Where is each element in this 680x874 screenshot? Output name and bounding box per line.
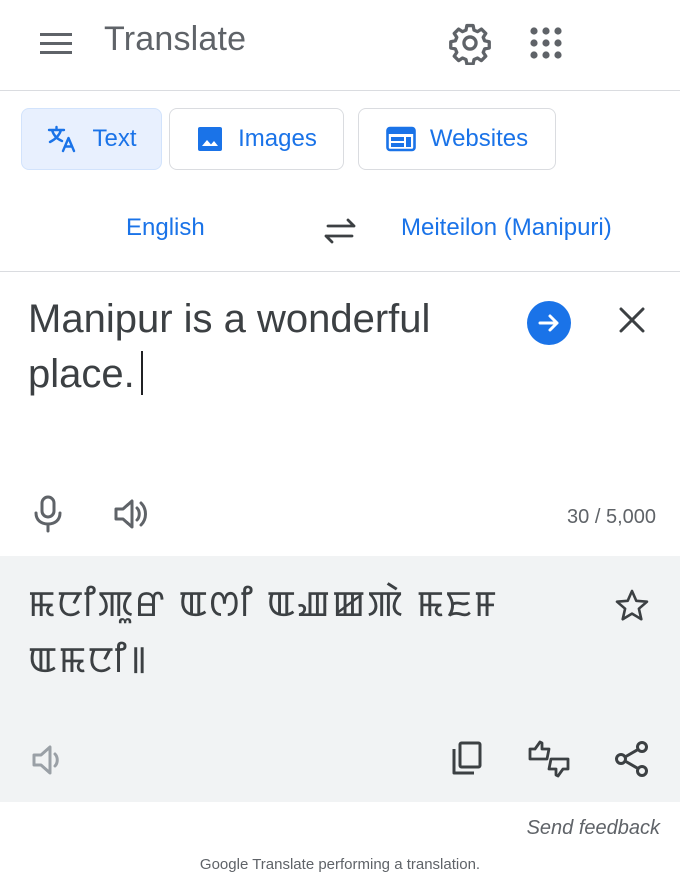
translate-go-button[interactable] xyxy=(527,301,571,345)
arrow-right-icon xyxy=(538,314,559,332)
output-speaker-icon[interactable] xyxy=(30,742,70,778)
tab-websites[interactable]: Websites xyxy=(358,108,556,170)
tab-images-label: Images xyxy=(238,125,317,152)
translation-output-area: ꯃꯅꯤꯄꯨꯔ ꯑꯁꯤ ꯑꯉꯀꯄꯥ ꯃꯐꯝ ꯑꯃꯅꯤ꯫ xyxy=(0,556,680,802)
tab-images[interactable]: Images xyxy=(169,108,344,170)
source-text: Manipur is a wonderful place. xyxy=(28,297,431,396)
speaker-icon[interactable] xyxy=(112,496,152,532)
close-icon[interactable] xyxy=(612,300,652,340)
star-icon[interactable] xyxy=(612,586,652,626)
source-text-input[interactable]: Manipur is a wonderful place. xyxy=(28,292,498,402)
tab-text-label: Text xyxy=(92,125,137,152)
source-input-area[interactable]: Manipur is a wonderful place. 30 / 5,000 xyxy=(0,272,680,556)
gear-icon[interactable] xyxy=(448,21,492,65)
apps-grid-icon[interactable] xyxy=(527,24,565,62)
tab-text[interactable]: Text xyxy=(21,108,162,170)
target-language-button[interactable]: Meiteilon (Manipuri) xyxy=(401,214,612,242)
menu-icon[interactable] xyxy=(38,28,74,58)
app-title: Translate xyxy=(104,20,247,58)
translated-text: ꯃꯅꯤꯄꯨꯔ ꯑꯁꯤ ꯑꯉꯀꯄꯥ ꯃꯐꯝ ꯑꯃꯅꯤ꯫ xyxy=(28,583,499,680)
swap-arrows-icon[interactable] xyxy=(320,213,360,249)
status-text: Google Translate performing a translatio… xyxy=(199,856,481,873)
send-feedback-link[interactable]: Send feedback xyxy=(527,817,660,840)
tab-websites-label: Websites xyxy=(429,125,529,152)
translate-icon xyxy=(48,125,76,153)
share-icon[interactable] xyxy=(612,739,652,779)
image-icon xyxy=(198,127,223,151)
thumbs-feedback-icon[interactable] xyxy=(526,739,572,779)
microphone-icon[interactable] xyxy=(30,494,66,534)
source-language-button[interactable]: English xyxy=(126,214,205,242)
mode-tabs: Text Images Websites xyxy=(0,108,680,172)
language-bar: English Meiteilon (Manipuri) xyxy=(0,188,680,272)
character-count: 30 / 5,000 xyxy=(567,506,656,528)
app-header: Translate xyxy=(0,0,680,91)
copy-icon[interactable] xyxy=(446,739,486,779)
web-icon xyxy=(386,126,416,152)
text-caret xyxy=(140,351,143,395)
